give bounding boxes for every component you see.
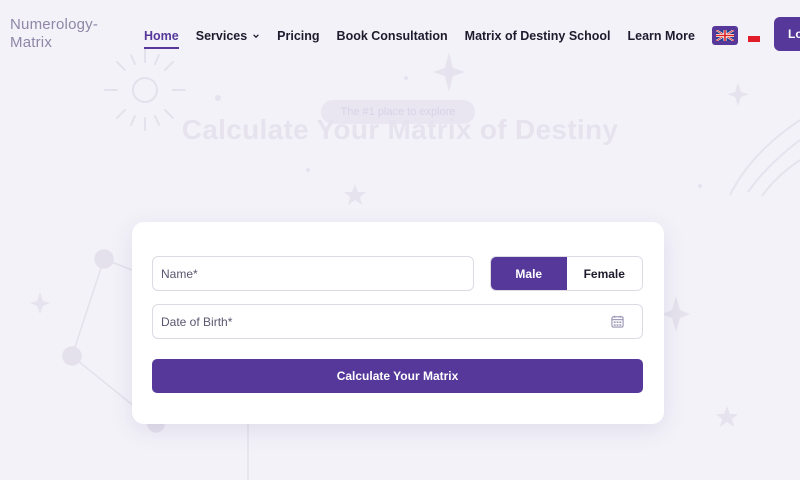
dot-decoration — [306, 168, 310, 172]
nav-learn-more-label: Learn More — [627, 29, 695, 43]
dob-placeholder: Date of Birth* — [161, 314, 233, 329]
nav-services[interactable]: Services — [196, 29, 260, 43]
gender-male-button[interactable]: Male — [491, 257, 567, 290]
nav-book-consultation[interactable]: Book Consultation — [337, 29, 448, 43]
calendar-icon[interactable] — [611, 315, 624, 328]
nav-learn-more[interactable]: Learn More — [628, 29, 695, 43]
sparkle-decoration — [30, 292, 50, 314]
uk-flag-icon[interactable] — [712, 26, 738, 45]
uk-flag-graphic — [716, 30, 734, 41]
hero-title: Calculate Your Matrix of Destiny — [181, 114, 619, 145]
sparkle-decoration — [727, 82, 749, 106]
gender-female-button[interactable]: Female — [566, 257, 642, 290]
matrix-form-card: Name* Male Female Date of Birth* Calcula… — [132, 222, 664, 424]
pl-flag-icon[interactable] — [748, 36, 760, 42]
gender-toggle: Male Female — [490, 256, 643, 291]
star-decoration — [344, 184, 366, 205]
star-decoration — [716, 406, 738, 427]
chevron-down-icon — [253, 34, 260, 39]
site-logo[interactable]: Numerology- Matrix — [10, 16, 98, 52]
nav-matrix-school[interactable]: Matrix of Destiny School — [465, 29, 611, 43]
nav-matrix-school-label: Matrix of Destiny School — [464, 29, 611, 43]
login-button[interactable]: Lo — [774, 17, 800, 51]
logo-line-1: Numerology- — [10, 16, 99, 33]
nav-pricing[interactable]: Pricing — [277, 29, 319, 43]
site-header: Numerology- Matrix Home Services Pricing… — [0, 0, 800, 66]
nav-home-label: Home — [144, 29, 179, 43]
logo-line-2: Matrix — [10, 34, 53, 51]
sparkle-decoration — [662, 296, 690, 332]
nav-pricing-label: Pricing — [277, 29, 320, 43]
name-input[interactable]: Name* — [152, 256, 474, 291]
calculate-matrix-button[interactable]: Calculate Your Matrix — [152, 359, 643, 393]
name-placeholder: Name* — [161, 266, 198, 281]
dot-decoration — [215, 95, 221, 101]
nav-book-consultation-label: Book Consultation — [336, 29, 448, 43]
date-of-birth-input[interactable]: Date of Birth* — [152, 304, 643, 339]
main-nav: Home Services Pricing Book Consultation … — [144, 26, 712, 49]
dot-decoration — [698, 184, 702, 188]
nav-services-label: Services — [195, 29, 248, 43]
nav-home[interactable]: Home — [144, 29, 179, 49]
dot-decoration — [404, 76, 408, 80]
